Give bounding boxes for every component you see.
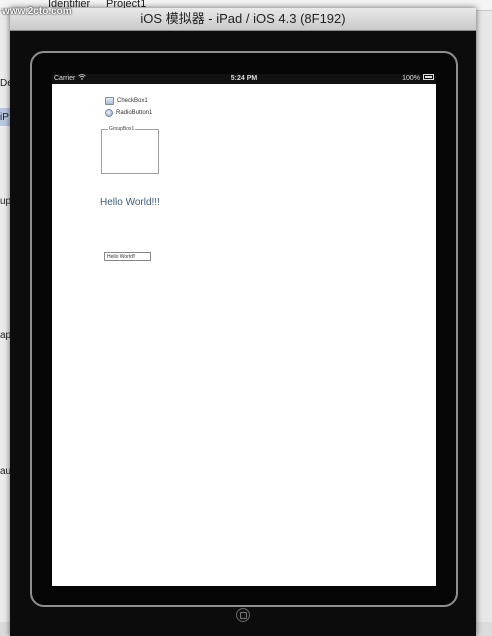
groupbox-label: GroupBox1 <box>108 126 136 133</box>
hello-world-label: Hello World!!! <box>100 197 160 208</box>
left-label-5: au <box>0 466 10 477</box>
checkbox-1[interactable]: CheckBox1 <box>105 97 148 105</box>
left-label-3: up <box>0 196 10 207</box>
checkbox-icon[interactable] <box>105 97 114 105</box>
radio-label: RadioButton1 <box>116 110 153 116</box>
simulator-body: Carrier 5:24 PM 100% CheckBox1 RadioButt… <box>10 31 476 636</box>
watermark: www.2cto.com <box>2 6 72 17</box>
clock-label: 5:24 PM <box>230 75 258 82</box>
ipad-bezel: Carrier 5:24 PM 100% CheckBox1 RadioButt… <box>30 51 458 622</box>
left-label-1: De <box>0 78 10 89</box>
simulator-window: iOS 模拟器 - iPad / iOS 4.3 (8F192) Carrier… <box>10 8 476 636</box>
battery-percent: 100% <box>402 75 420 82</box>
battery-icon <box>423 74 434 81</box>
hello-textfield[interactable]: Hello World!! <box>104 252 151 261</box>
groupbox-1: GroupBox1 <box>101 126 159 174</box>
home-button[interactable] <box>236 608 250 622</box>
left-label-2: iP <box>0 112 9 123</box>
battery-indicator: 100% <box>402 74 434 84</box>
radio-icon[interactable] <box>105 109 113 117</box>
checkbox-label: CheckBox1 <box>117 98 148 104</box>
left-label-4: ap <box>0 330 10 341</box>
radio-button-1[interactable]: RadioButton1 <box>105 109 152 117</box>
simulator-titlebar[interactable]: iOS 模拟器 - iPad / iOS 4.3 (8F192) <box>10 8 476 31</box>
app-screen: CheckBox1 RadioButton1 GroupBox1 Hello W… <box>52 84 436 586</box>
status-bar: Carrier 5:24 PM 100% <box>52 74 436 84</box>
